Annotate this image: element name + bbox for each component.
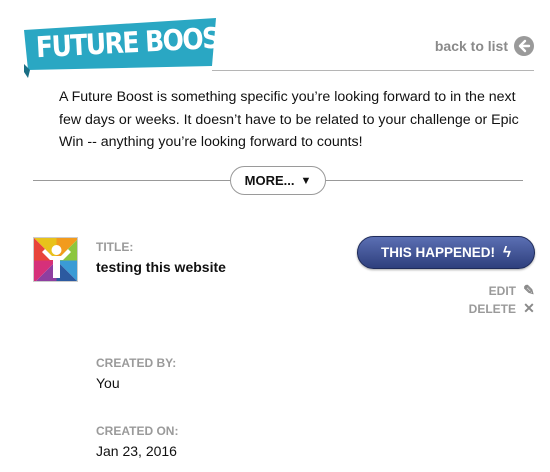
more-label: MORE... [244, 173, 295, 188]
created-by-value: You [96, 375, 120, 391]
this-happened-label: THIS HAPPENED! [381, 245, 496, 260]
delete-label: DELETE [468, 301, 516, 316]
title-label: TITLE: [96, 240, 134, 254]
edit-label: EDIT [488, 283, 516, 298]
edit-link[interactable]: EDIT ✎ [489, 282, 536, 299]
triangle-down-icon: ▼ [300, 174, 312, 187]
back-arrow-icon [514, 36, 534, 56]
super-better-figure-icon [34, 238, 77, 281]
more-divider-left [33, 180, 230, 181]
back-to-list-label: back to list [434, 38, 508, 54]
more-divider-right [326, 180, 523, 181]
intro-text: A Future Boost is something specific you… [59, 89, 519, 150]
header-divider [212, 70, 534, 71]
more-button[interactable]: MORE... ▼ [230, 166, 326, 195]
boost-avatar [33, 237, 78, 282]
lightning-bolt-icon: ϟ [503, 244, 511, 261]
future-boosts-banner: FUTURE BOOSTS [22, 16, 251, 78]
back-to-list-link[interactable]: back to list [435, 36, 534, 56]
this-happened-button[interactable]: THIS HAPPENED! ϟ [357, 236, 535, 269]
close-icon: ✕ [523, 300, 535, 316]
created-on-value: Jan 23, 2016 [96, 443, 177, 459]
boost-title: testing this website [96, 259, 226, 275]
created-by-label: CREATED BY: [96, 356, 177, 370]
created-on-label: CREATED ON: [96, 424, 179, 438]
pencil-icon: ✎ [523, 282, 535, 298]
delete-link[interactable]: DELETE ✕ [469, 300, 536, 317]
